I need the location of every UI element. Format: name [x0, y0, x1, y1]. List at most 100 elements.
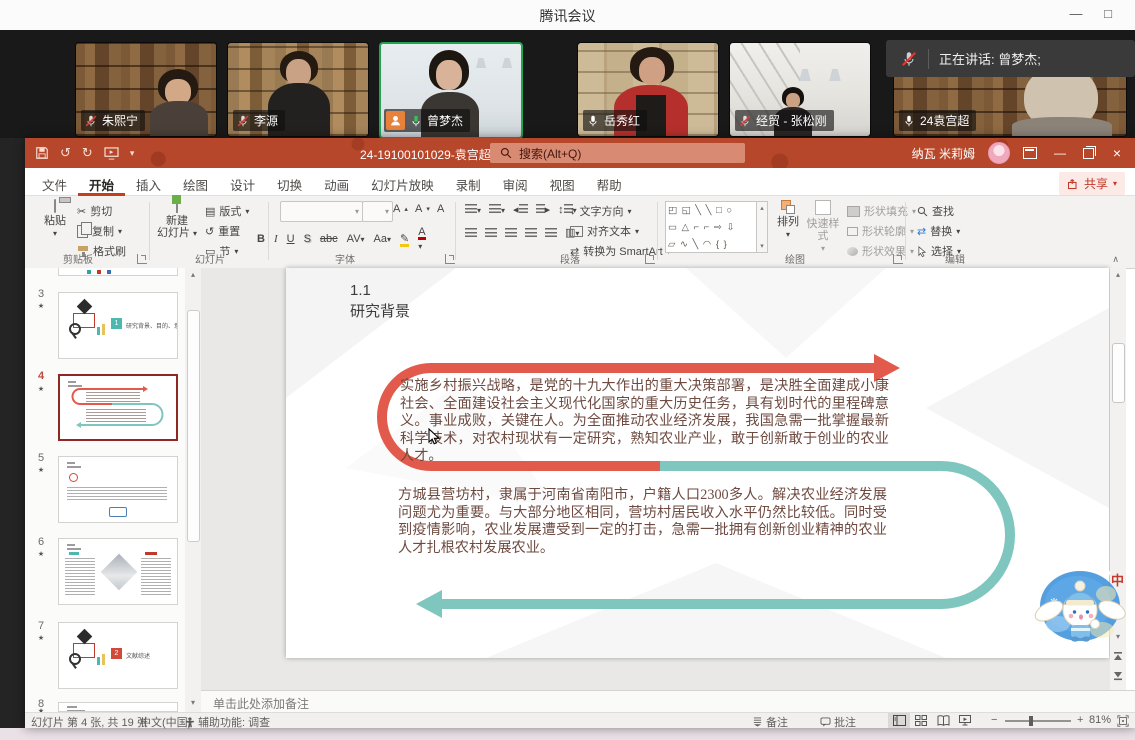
tab-transitions[interactable]: 切换 — [266, 168, 313, 196]
align-left-button[interactable] — [465, 228, 477, 237]
find-button[interactable]: 查找 — [917, 203, 954, 219]
participant-video-1[interactable]: 朱熙宁 — [75, 42, 217, 137]
start-slideshow-icon[interactable] — [104, 147, 119, 160]
distribute-button[interactable] — [545, 228, 557, 237]
thumbnail-slide-7[interactable]: 2 文献综述 — [58, 622, 178, 689]
highlight-button[interactable]: ✎ — [400, 232, 409, 247]
grow-font-button[interactable]: A▴ — [393, 203, 408, 215]
shape-outline-button[interactable]: 形状轮廓▾ — [847, 223, 914, 239]
copy-button[interactable]: 复制▾ — [77, 223, 122, 239]
bullets-button[interactable]: ▾ — [465, 204, 481, 216]
paste-button[interactable]: 粘贴▾ — [33, 200, 77, 240]
participant-video-2[interactable]: 李源 — [227, 42, 369, 137]
slide-paragraph-1[interactable]: 实施乡村振兴战略，是党的十九大作出的重大决策部署，是决胜全面建成小康社会、全面建… — [400, 378, 889, 466]
fit-to-window-button[interactable] — [1117, 715, 1129, 727]
quick-styles-button[interactable]: 快速样式▾ — [805, 200, 841, 255]
tab-draw[interactable]: 绘图 — [172, 168, 219, 196]
tab-slideshow[interactable]: 幻灯片放映 — [360, 168, 445, 196]
account-avatar[interactable] — [988, 142, 1010, 164]
save-icon[interactable] — [35, 146, 49, 160]
strikethrough-button[interactable]: abc — [320, 233, 338, 245]
tab-animations[interactable]: 动画 — [313, 168, 360, 196]
align-text-button[interactable]: 对齐文本▾ — [570, 223, 639, 239]
thumbnail-slide-6[interactable] — [58, 538, 178, 605]
reading-view-button[interactable] — [932, 713, 954, 728]
shapes-row[interactable]: ▱ ∿ ╲ ◠ { } — [668, 236, 754, 253]
clipboard-dialog-launcher[interactable] — [137, 254, 147, 264]
bold-button[interactable]: B — [257, 233, 265, 245]
layout-button[interactable]: ▤版式▾ — [205, 203, 249, 219]
reset-button[interactable]: ↺重置 — [205, 223, 240, 239]
participant-video-5[interactable]: 经贸 - 张松刚 — [729, 42, 871, 137]
previous-slide-button[interactable] — [1113, 650, 1123, 668]
zoom-slider-thumb[interactable] — [1029, 716, 1033, 726]
thumbnail-slide-8-partial[interactable] — [58, 702, 178, 712]
tab-design[interactable]: 设计 — [219, 168, 266, 196]
slide-counter[interactable]: 幻灯片 第 4 张, 共 19 张 — [31, 714, 148, 730]
zoom-out-button[interactable]: − — [991, 714, 997, 726]
scrollbar-thumb[interactable] — [187, 310, 200, 542]
next-slide-button[interactable] — [1113, 668, 1123, 686]
shape-effects-button[interactable]: 形状效果▾ — [847, 243, 914, 259]
shrink-font-button[interactable]: A▾ — [415, 203, 430, 215]
collapse-ribbon-icon[interactable]: ∧ — [1112, 254, 1119, 265]
participant-video-3[interactable]: 曾梦杰 — [379, 42, 523, 139]
new-slide-button[interactable]: 新建幻灯片 ▾ — [155, 200, 199, 240]
slide-editing-area[interactable]: 1.1 研究背景 实施乡村振兴战略，是党的十九大作出的重大决策部署，是决胜全面建… — [286, 268, 1109, 658]
underline-button[interactable]: U — [287, 233, 295, 245]
numbering-button[interactable]: ▾ — [489, 204, 505, 216]
ppt-minimize-button[interactable]: — — [1050, 146, 1070, 160]
text-shadow-button[interactable]: S — [304, 233, 311, 245]
font-color-button[interactable]: A▾ — [418, 226, 425, 252]
arrange-button[interactable]: 排列▾ — [773, 200, 803, 241]
slideshow-view-button[interactable] — [954, 713, 976, 728]
char-spacing-button[interactable]: AV▾ — [347, 233, 365, 245]
paragraph-dialog-launcher[interactable] — [645, 254, 655, 264]
thumbnail-scrollbar[interactable]: ▴ ▾ — [185, 268, 202, 712]
shapes-gallery[interactable]: ◰ ◱ ╲ ╲ □ ○ ▭ △ ⌐ ⌐ ⇨ ⇩ ▱ ∿ ╲ ◠ { } — [665, 201, 757, 253]
tab-review[interactable]: 审阅 — [492, 168, 539, 196]
zoom-slider[interactable] — [1005, 720, 1071, 722]
thumbnail-slide-5[interactable] — [58, 456, 178, 523]
search-box[interactable]: 搜索(Alt+Q) — [490, 143, 745, 163]
tab-file[interactable]: 文件 — [31, 168, 78, 196]
language-status[interactable]: 中文(中国) — [140, 714, 191, 730]
slide-sorter-view-button[interactable] — [910, 713, 932, 728]
font-dialog-launcher[interactable] — [445, 254, 455, 264]
scroll-up-icon[interactable]: ▴ — [185, 270, 201, 279]
thumbnail-slide-2-partial[interactable] — [58, 268, 178, 276]
zoom-level[interactable]: 81% — [1089, 714, 1111, 726]
normal-view-button[interactable] — [888, 713, 910, 728]
notes-toggle[interactable]: 备注 — [752, 714, 788, 730]
share-button[interactable]: 共享 ▾ — [1059, 172, 1125, 195]
cut-button[interactable]: ✂剪切 — [77, 203, 112, 219]
scroll-up-icon[interactable]: ▴ — [1110, 270, 1126, 279]
increase-indent-button[interactable]: ▸ — [536, 203, 551, 216]
meeting-minimize-button[interactable]: — — [1063, 4, 1089, 24]
redo-icon[interactable]: ↻ — [82, 145, 93, 161]
tab-view[interactable]: 视图 — [539, 168, 586, 196]
notes-placeholder[interactable]: 单击此处添加备注 — [213, 695, 309, 712]
clear-formatting-button[interactable]: A — [437, 203, 444, 215]
accessibility-status[interactable]: 辅助功能: 调查 — [185, 714, 270, 730]
qat-customize-caret-icon[interactable]: ▾ — [130, 148, 135, 159]
text-direction-button[interactable]: ↕文字方向▾ — [570, 203, 632, 219]
justify-button[interactable] — [525, 228, 537, 237]
thumbnail-slide-4-selected[interactable] — [58, 374, 178, 441]
change-case-button[interactable]: Aa▾ — [374, 233, 391, 245]
drawing-dialog-launcher[interactable] — [893, 254, 903, 264]
tab-help[interactable]: 帮助 — [586, 168, 633, 196]
font-size-select[interactable]: ▾ — [362, 201, 393, 222]
account-name[interactable]: 纳瓦 米莉姆 — [912, 145, 975, 162]
tab-home[interactable]: 开始 — [78, 168, 125, 196]
meeting-maximize-button[interactable]: □ — [1095, 4, 1121, 24]
ribbon-display-options-icon[interactable] — [1023, 147, 1037, 159]
font-name-select[interactable]: ▾ — [280, 201, 363, 222]
notes-pane[interactable]: 单击此处添加备注 — [201, 690, 1135, 712]
shapes-row[interactable]: ▭ △ ⌐ ⌐ ⇨ ⇩ — [668, 219, 754, 236]
decrease-indent-button[interactable]: ◂ — [513, 203, 528, 216]
participant-video-4[interactable]: 岳秀红 — [577, 42, 719, 137]
shapes-gallery-scrollbar[interactable]: ▴ ▾ — [757, 201, 768, 253]
undo-icon[interactable]: ↺ — [60, 145, 71, 161]
ppt-close-button[interactable]: × — [1107, 145, 1127, 161]
